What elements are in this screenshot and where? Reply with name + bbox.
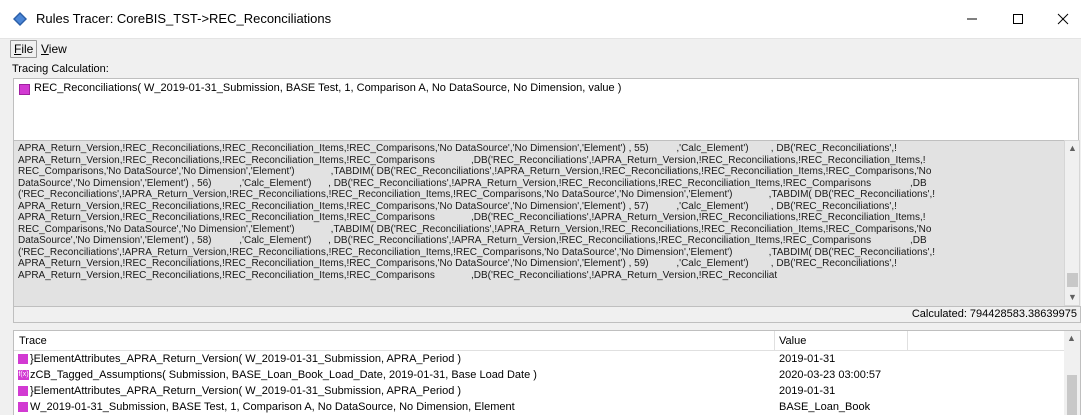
tracing-calculation-box[interactable]: REC_Reconciliations( W_2019-01-31_Submis… (13, 78, 1079, 142)
rule-line: REC_Comparisons,'No DataSource','No Dime… (18, 166, 932, 177)
rule-line: APRA_Return_Version,!REC_Reconciliations… (18, 200, 897, 212)
scroll-down-icon[interactable]: ▼ (1068, 292, 1077, 302)
trace-scroll-thumb[interactable] (1067, 375, 1077, 415)
trace-row[interactable]: f(x) zCB_Tagged_Assumptions( Submission, … (14, 367, 1064, 383)
scroll-up-icon[interactable]: ▲ (1068, 143, 1077, 153)
rule-line: REC_Comparisons,'No DataSource','No Dime… (18, 223, 932, 235)
tracing-calculation-text: REC_Reconciliations( W_2019-01-31_Submis… (34, 82, 622, 94)
tracing-label: Tracing Calculation: (12, 63, 109, 75)
trace-table: Trace Value }ElementAttributes_APRA_Retu… (13, 330, 1081, 415)
rule-line: ('REC_Reconciliations',!APRA_Return_Vers… (18, 189, 936, 200)
menu-view-mnemonic: V (41, 42, 49, 56)
trace-vertical-scrollbar[interactable]: ▲ (1064, 331, 1080, 415)
minimize-button[interactable] (949, 0, 995, 38)
trace-row-text: }ElementAttributes_APRA_Return_Version( … (30, 385, 462, 397)
trace-row-value: 2020-03-23 03:00:57 (779, 369, 882, 381)
column-divider[interactable] (907, 331, 908, 350)
trace-row-text: zCB_Tagged_Assumptions( Submission, BASE… (30, 369, 537, 381)
rule-vertical-scrollbar[interactable]: ▲ ▼ (1064, 140, 1080, 306)
close-button[interactable] (1040, 0, 1081, 38)
window-title: Rules Tracer: CoreBIS_TST->REC_Reconcili… (36, 11, 332, 26)
trace-row-value: 2019-01-31 (779, 353, 836, 365)
maximize-button[interactable] (995, 0, 1041, 38)
rule-icon (18, 354, 28, 364)
menu-file[interactable]: File (10, 40, 38, 58)
trace-row-text: }ElementAttributes_APRA_Return_Version( … (30, 353, 462, 365)
rule-text-area[interactable]: APRA_Return_Version,!REC_Reconciliations… (13, 140, 1066, 308)
rule-line: APRA_Return_Version,!REC_Reconciliations… (18, 143, 897, 154)
trace-row-text: W_2019-01-31_Submission, BASE Test, 1, C… (30, 401, 515, 413)
trace-row-value: BASE_Loan_Book (779, 401, 871, 413)
scroll-up-icon[interactable]: ▲ (1067, 333, 1076, 343)
trace-table-header: Trace Value (14, 331, 1064, 351)
maximize-icon (1013, 14, 1023, 24)
status-bar: Calculated: 794428583.38639975 (13, 306, 1081, 323)
title-bar: Rules Tracer: CoreBIS_TST->REC_Reconcili… (0, 0, 1081, 38)
rule-line: DataSource','No Dimension','Element') , … (18, 235, 927, 246)
rule-text-lines: APRA_Return_Version,!REC_Reconciliations… (18, 143, 1064, 281)
rule-line: APRA_Return_Version,!REC_Reconciliations… (18, 212, 926, 223)
function-icon: f(x) (18, 370, 29, 380)
trace-row[interactable]: }ElementAttributes_APRA_Return_Version( … (14, 383, 1064, 399)
column-divider[interactable] (774, 331, 775, 350)
column-header-trace[interactable]: Trace (19, 335, 47, 347)
menu-bar: File View (0, 38, 1081, 59)
rule-icon (18, 402, 28, 412)
rule-line: ('REC_Reconciliations',!APRA_Return_Vers… (18, 246, 936, 258)
rule-line: DataSource','No Dimension','Element') , … (18, 177, 927, 189)
rule-line: APRA_Return_Version,!REC_Reconciliations… (18, 154, 926, 166)
column-header-value[interactable]: Value (779, 335, 806, 347)
close-icon (1057, 13, 1069, 25)
trace-row[interactable]: }ElementAttributes_APRA_Return_Version( … (14, 351, 1064, 367)
calculated-value: Calculated: 794428583.38639975 (911, 308, 1077, 320)
menu-file-label: ile (21, 42, 34, 56)
minimize-icon (967, 18, 977, 20)
rule-line: APRA_Return_Version,!REC_Reconciliations… (18, 258, 897, 269)
menu-view-label: iew (48, 42, 67, 56)
trace-row-value: 2019-01-31 (779, 385, 836, 397)
app-diamond-icon (13, 12, 27, 26)
cube-icon (19, 84, 30, 95)
rule-line: APRA_Return_Version,!REC_Reconciliations… (18, 269, 778, 281)
menu-view[interactable]: View (38, 41, 70, 57)
rule-icon (18, 386, 28, 396)
rule-scroll-thumb[interactable] (1067, 273, 1078, 287)
trace-row[interactable]: W_2019-01-31_Submission, BASE Test, 1, C… (14, 399, 1064, 415)
